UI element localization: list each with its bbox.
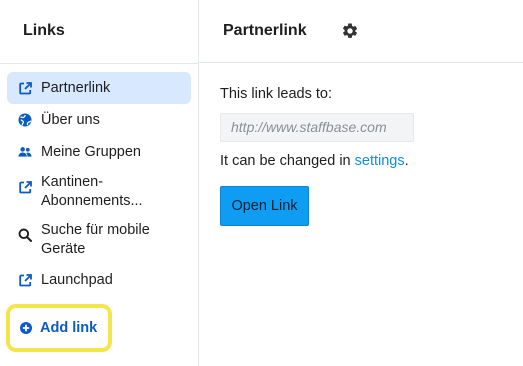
add-link-button[interactable]: Add link — [6, 304, 112, 352]
sidebar: Links Partnerlink Über uns Meine Gruppen — [0, 0, 199, 366]
settings-link[interactable]: settings — [355, 153, 405, 169]
external-link-icon — [18, 273, 32, 287]
lead-text: This link leads to: — [220, 86, 333, 102]
sidebar-item-suche-mobile[interactable]: Suche für mobile Geräte — [7, 216, 191, 264]
globe-icon — [18, 113, 32, 127]
sidebar-item-label: Launchpad — [41, 271, 113, 288]
main-panel: Partnerlink This link leads to: http://w… — [199, 0, 523, 366]
search-icon — [18, 228, 32, 242]
gear-icon[interactable] — [341, 22, 359, 40]
sidebar-item-launchpad[interactable]: Launchpad — [7, 264, 191, 296]
change-text: It can be changed in settings. — [220, 153, 409, 169]
divider — [0, 63, 199, 64]
url-field: http://www.staffbase.com — [220, 113, 414, 142]
plus-circle-icon — [20, 322, 32, 334]
sidebar-item-label: Suche für mobile Geräte — [41, 222, 150, 257]
change-text-prefix: It can be changed in — [220, 153, 355, 169]
sidebar-item-label: Über uns — [41, 111, 100, 128]
sidebar-item-label: Partnerlink — [41, 79, 111, 96]
sidebar-item-label: Kantinen- Abonnements... — [41, 174, 143, 209]
sidebar-item-meine-gruppen[interactable]: Meine Gruppen — [7, 136, 191, 168]
sidebar-title: Links — [23, 22, 65, 39]
sidebar-item-partnerlink[interactable]: Partnerlink — [7, 72, 191, 104]
header: Partnerlink — [199, 0, 523, 63]
group-icon — [18, 145, 32, 159]
sidebar-item-kantinen-abonnements[interactable]: Kantinen- Abonnements... — [7, 168, 191, 216]
sidebar-nav: Partnerlink Über uns Meine Gruppen Kanti… — [0, 72, 199, 296]
sidebar-item-label: Meine Gruppen — [41, 143, 141, 160]
external-link-icon — [18, 180, 32, 194]
external-link-icon — [18, 81, 32, 95]
sidebar-item-ueber-uns[interactable]: Über uns — [7, 104, 191, 136]
add-link-label: Add link — [40, 320, 98, 336]
open-link-button[interactable]: Open Link — [220, 186, 309, 226]
links-app: Links Partnerlink Über uns Meine Gruppen — [0, 0, 523, 366]
change-text-suffix: . — [404, 153, 409, 169]
page-title: Partnerlink — [223, 22, 307, 39]
